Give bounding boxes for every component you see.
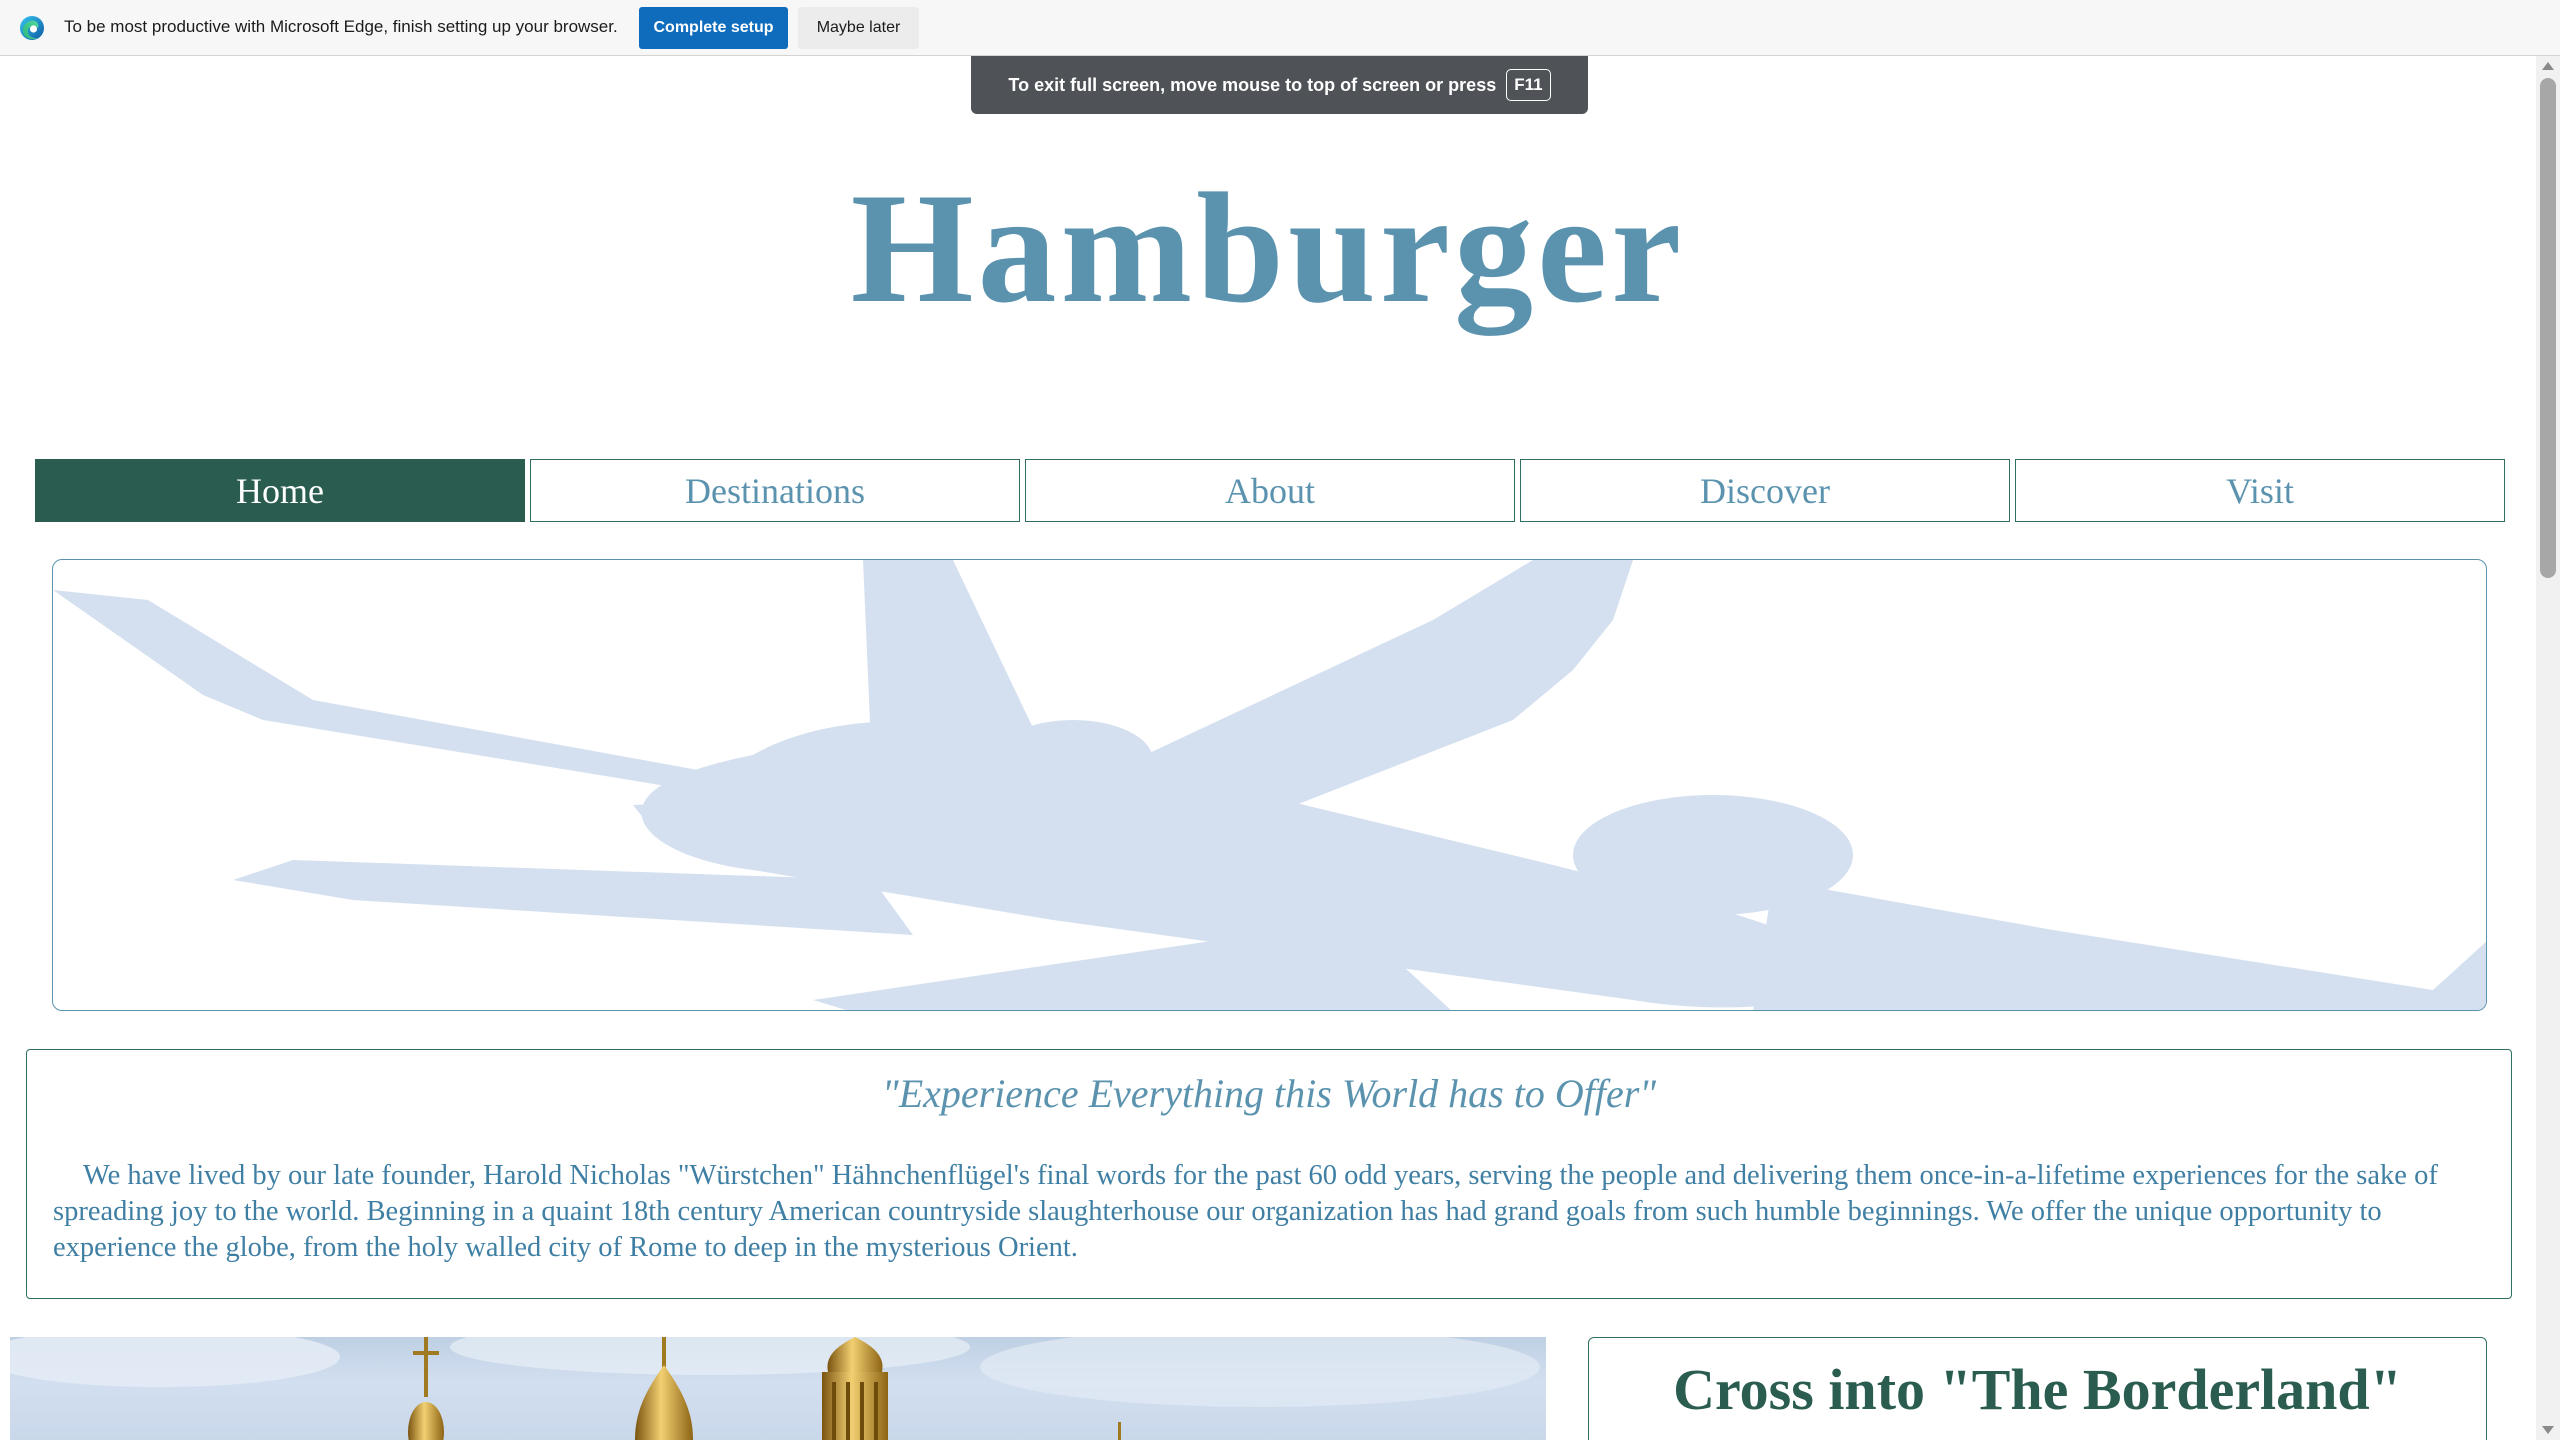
complete-setup-button[interactable]: Complete setup (639, 7, 788, 49)
intro-paragraph: We have lived by our late founder, Harol… (53, 1160, 2438, 1263)
nav-tab-about[interactable]: About (1025, 459, 1515, 522)
golden-domes-image (10, 1337, 1540, 1440)
nav-tab-destinations[interactable]: Destinations (530, 459, 1020, 522)
borderland-title: Cross into "The Borderland" (1673, 1357, 2402, 1422)
fullscreen-notice-text: To exit full screen, move mouse to top o… (1008, 74, 1497, 95)
nav-tab-discover[interactable]: Discover (1520, 459, 2010, 522)
golden-domes-photo (10, 1337, 1546, 1440)
intro-heading: "Experience Everything this World has to… (881, 1071, 1657, 1116)
edge-setup-bar: To be most productive with Microsoft Edg… (0, 0, 2560, 56)
edge-logo-icon (20, 16, 44, 40)
scroll-down-arrow-icon[interactable] (2542, 1426, 2554, 1434)
scrollbar-thumb[interactable] (2540, 78, 2556, 578)
nav-tab-home[interactable]: Home (35, 459, 525, 522)
f11-key-badge: F11 (1506, 69, 1551, 101)
intro-section: "Experience Everything this World has to… (26, 1049, 2512, 1299)
maybe-later-button[interactable]: Maybe later (798, 7, 919, 49)
page-scrollbar[interactable] (2536, 56, 2560, 1440)
main-nav: Home Destinations About Discover Visit (35, 459, 2505, 522)
site-title: Hamburger (850, 161, 1686, 336)
borderland-card: Cross into "The Borderland" (1588, 1337, 2487, 1440)
airplane-silhouette-icon (53, 560, 2486, 1010)
hero-banner (52, 559, 2487, 1011)
scroll-up-arrow-icon[interactable] (2542, 62, 2554, 70)
nav-tab-visit[interactable]: Visit (2015, 459, 2505, 522)
setup-message: To be most productive with Microsoft Edg… (64, 17, 618, 36)
fullscreen-notice: To exit full screen, move mouse to top o… (971, 56, 1588, 114)
